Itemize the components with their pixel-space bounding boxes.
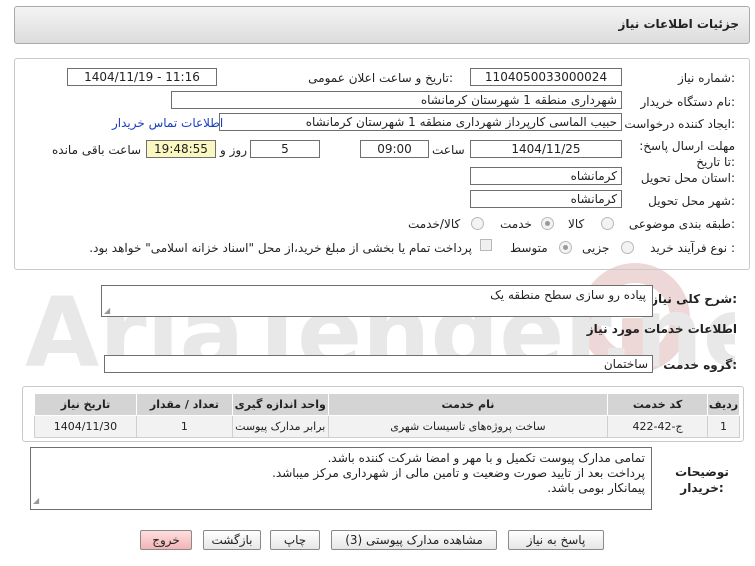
cell-service-name: ساخت پروژه‌های تاسیسات شهری: [327, 415, 609, 438]
remaining-label: ساعت باقی مانده: [52, 143, 142, 157]
creator-field: حبیب الماسی کارپرداز شهرداری منطقه 1 شهر…: [219, 113, 622, 131]
days-field: 5: [250, 140, 320, 158]
city-label: شهر محل تحویل:: [648, 194, 735, 208]
service-group-label: گروه خدمت:: [663, 358, 737, 372]
cell-unit: برابر مدارک پیوست: [231, 415, 329, 438]
cell-need-date: 1404/11/30: [34, 415, 137, 438]
exit-button[interactable]: خروج: [140, 530, 192, 550]
resize-handle-icon[interactable]: ◢: [33, 493, 39, 508]
cell-quantity: 1: [135, 415, 233, 438]
table-row: 1 ج-42-422 ساخت پروژه‌های تاسیسات شهری ب…: [34, 415, 740, 438]
process-option-minor-label: جزیی: [582, 241, 610, 255]
description-label: شرح کلی نیاز:: [651, 292, 737, 306]
time-label: ساعت: [432, 143, 465, 157]
buyer-note-line: پیمانکار بومی باشد.: [547, 481, 645, 495]
city-field: کرمانشاه: [470, 190, 622, 208]
province-field: کرمانشاه: [470, 167, 622, 185]
category-goods-service-radio[interactable]: [471, 217, 484, 230]
deadline-label: مهلت ارسال پاسخ: تا تاریخ:: [639, 139, 735, 169]
print-button[interactable]: چاپ: [270, 530, 320, 550]
description-text: پیاده رو سازی سطح منطقه یک: [490, 288, 646, 302]
remaining-time-field: 19:48:55: [146, 140, 216, 158]
category-label: طبقه بندی موضوعی:: [628, 217, 735, 231]
buyer-field: شهرداری منطقه 1 شهرستان کرمانشاه: [171, 91, 622, 109]
buyer-notes-textarea[interactable]: تمامی مدارک پیوست تکمیل و با مهر و امضا …: [30, 447, 652, 510]
deadline-time-field: 09:00: [360, 140, 429, 158]
treasury-payment-checkbox[interactable]: [480, 239, 492, 251]
buyer-label: نام دستگاه خریدار:: [640, 95, 736, 109]
cell-row: 1: [707, 415, 740, 438]
province-label: استان محل تحویل:: [640, 171, 735, 185]
reply-button[interactable]: پاسخ به نیاز: [508, 530, 604, 550]
services-table-header: ردیف کد خدمت نام خدمت واحد اندازه گیری ت…: [34, 393, 740, 416]
col-need-date: تاریخ نیاز: [34, 393, 137, 416]
page-title: جزئیات اطلاعات نیاز: [618, 17, 739, 31]
buyer-note-line: پرداخت بعد از تایید صورت وضعیت و تامین م…: [272, 466, 645, 480]
deadline-date-field: 1404/11/25: [470, 140, 622, 158]
process-label: نوع فرآیند خرید :: [650, 241, 735, 255]
view-attachments-button[interactable]: مشاهده مدارک پیوستی (3): [331, 530, 497, 550]
category-option-service-label: خدمت: [500, 217, 532, 231]
creator-label: ایجاد کننده درخواست:: [624, 117, 735, 131]
col-service-code: کد خدمت: [607, 393, 709, 416]
category-goods-radio[interactable]: [601, 217, 614, 230]
services-table: ردیف کد خدمت نام خدمت واحد اندازه گیری ت…: [34, 393, 740, 438]
buyer-note-line: تمامی مدارک پیوست تکمیل و با مهر و امضا …: [327, 451, 645, 465]
process-medium-radio[interactable]: [559, 241, 572, 254]
description-textarea[interactable]: پیاده رو سازی سطح منطقه یک ◢: [101, 285, 653, 317]
back-button[interactable]: بازگشت: [203, 530, 261, 550]
services-section-title: اطلاعات خدمات مورد نیاز: [586, 322, 737, 336]
process-option-medium-label: متوسط: [510, 241, 548, 255]
announce-field: 1404/11/19 - 11:16: [67, 68, 217, 86]
need-number-label: شماره نیاز:: [677, 71, 735, 85]
need-number-field: 1104050033000024: [470, 68, 622, 86]
category-service-radio[interactable]: [541, 217, 554, 230]
contact-buyer-link[interactable]: اطلاعات تماس خریدار: [112, 116, 223, 130]
col-unit: واحد اندازه گیری: [231, 393, 329, 416]
page-header: جزئیات اطلاعات نیاز: [14, 6, 750, 44]
payment-note: پرداخت تمام یا بخشی از مبلغ خرید،از محل …: [89, 241, 472, 255]
process-minor-radio[interactable]: [621, 241, 634, 254]
col-row: ردیف: [707, 393, 740, 416]
service-group-field: ساختمان: [104, 355, 653, 373]
announce-label: تاریخ و ساعت اعلان عمومی:: [308, 71, 453, 85]
category-option-goods-label: کالا: [568, 217, 585, 231]
col-service-name: نام خدمت: [327, 393, 609, 416]
cell-service-code: ج-42-422: [607, 415, 709, 438]
category-option-both-label: کالا/خدمت: [408, 217, 461, 231]
days-label: روز و: [220, 143, 247, 157]
buyer-notes-label: توضیحات خریدار:: [675, 465, 729, 495]
resize-handle-icon[interactable]: ◢: [104, 306, 110, 315]
col-quantity: تعداد / مقدار: [135, 393, 233, 416]
